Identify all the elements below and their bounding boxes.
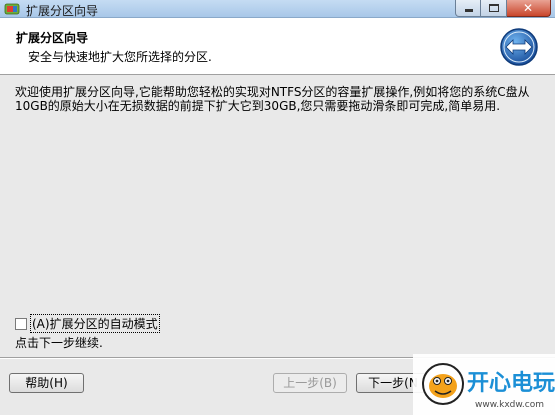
maximize-icon bbox=[489, 4, 499, 12]
title-bar[interactable]: 扩展分区向导 ✕ bbox=[0, 0, 555, 18]
close-button[interactable]: ✕ bbox=[507, 0, 551, 17]
header-title: 扩展分区向导 bbox=[16, 31, 89, 45]
auto-mode-checkbox[interactable] bbox=[15, 317, 27, 330]
partition-app-icon bbox=[4, 3, 20, 15]
wizard-content: 欢迎使用扩展分区向导,它能帮助您轻松的实现对NTFS分区的容量扩展操作,例如将您… bbox=[0, 76, 555, 353]
help-button[interactable]: 帮助(H) bbox=[9, 373, 84, 393]
continue-hint: 点击下一步继续. bbox=[15, 336, 103, 350]
window-title: 扩展分区向导 bbox=[26, 4, 99, 18]
watermark-text: 开心电玩 bbox=[467, 371, 555, 396]
auto-mode-label[interactable]: (A)扩展分区的自动模式 bbox=[30, 314, 160, 333]
resize-arrows-icon bbox=[500, 28, 538, 66]
wizard-header: 扩展分区向导 安全与快速地扩大您所选择的分区. bbox=[0, 18, 555, 75]
minimize-icon bbox=[465, 9, 473, 12]
minimize-button[interactable] bbox=[455, 0, 481, 17]
header-subtitle: 安全与快速地扩大您所选择的分区. bbox=[28, 50, 212, 64]
wizard-description: 欢迎使用扩展分区向导,它能帮助您轻松的实现对NTFS分区的容量扩展操作,例如将您… bbox=[15, 85, 530, 113]
window-controls: ✕ bbox=[455, 0, 551, 18]
watermark-url: www.kxdw.com bbox=[475, 400, 544, 410]
close-icon: ✕ bbox=[523, 1, 534, 15]
maximize-button[interactable] bbox=[481, 0, 507, 17]
mascot-logo-icon bbox=[422, 363, 464, 405]
back-button[interactable]: 上一步(B) bbox=[273, 373, 347, 393]
site-watermark: 开心电玩 www.kxdw.com bbox=[413, 354, 555, 415]
auto-mode-option[interactable]: (A)扩展分区的自动模式 bbox=[15, 314, 160, 333]
